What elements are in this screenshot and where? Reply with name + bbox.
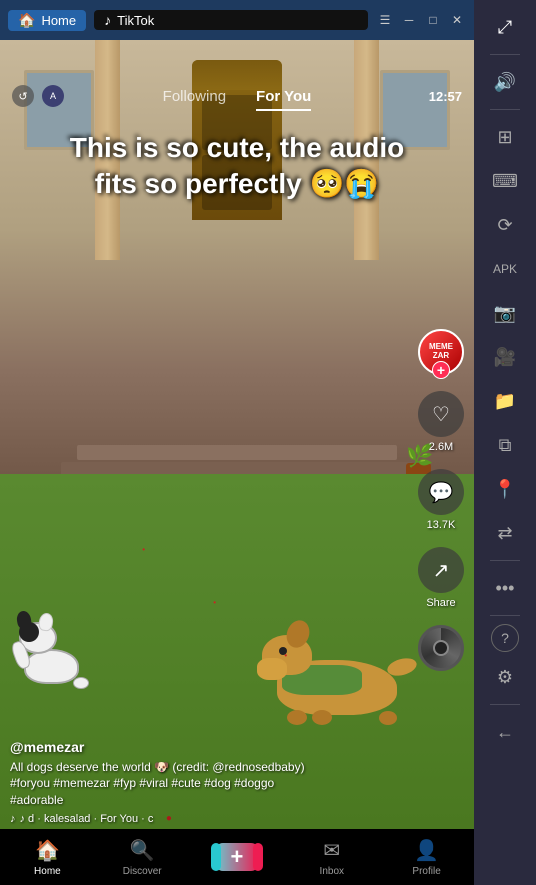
music-disc-button[interactable]: [418, 625, 464, 671]
for-you-tab[interactable]: For You: [256, 88, 311, 111]
main-content-area: 🏠 Home ♪ TikTok ☰ ─ □ ✕: [0, 0, 474, 885]
profile-nav-label: Profile: [412, 866, 440, 877]
large-dog: [257, 620, 417, 730]
discover-nav-icon: 🔍: [130, 838, 155, 863]
window-controls: ☰ ─ □ ✕: [376, 11, 466, 29]
profile-nav-icon: 👤: [414, 838, 439, 863]
right-sidebar: ⤢ 🔊 ⊞ ⌨ ⟳ APK 📷 🎥 📁 ⧉ 📍 ⇄ ••• ? ⚙ ←: [474, 0, 536, 885]
share-label: Share: [426, 597, 455, 609]
sidebar-divider-3: [490, 560, 520, 561]
music-disc-icon: [418, 625, 464, 671]
caption-line2: fits so perfectly 🥺😭: [20, 166, 454, 202]
video-description: All dogs deserve the world 🐶 (credit: @r…: [10, 759, 330, 809]
maximize-button[interactable]: □: [424, 11, 442, 29]
right-action-buttons: MEME ZAR + ♡ 2.6M 💬 13.7K: [418, 329, 464, 671]
tiktok-tab[interactable]: ♪ TikTok: [94, 10, 368, 30]
sidebar-location-icon[interactable]: 📍: [486, 470, 524, 508]
sidebar-volume-icon[interactable]: 🔊: [486, 63, 524, 101]
comment-count: 13.7K: [427, 519, 456, 531]
sidebar-grid-icon[interactable]: ⊞: [486, 118, 524, 156]
plus-icon: +: [231, 844, 244, 870]
add-video-button[interactable]: +: [215, 843, 259, 871]
home-nav-label: Home: [34, 866, 61, 877]
home-icon: 🏠: [18, 12, 35, 29]
nav-add[interactable]: +: [190, 843, 285, 871]
music-note-icon: ♪: [10, 813, 16, 825]
follow-plus-icon: +: [432, 361, 450, 379]
small-dog: [14, 604, 94, 694]
inbox-nav-label: Inbox: [320, 866, 344, 877]
sidebar-expand-icon[interactable]: ⤢: [486, 8, 524, 46]
sidebar-folder-icon[interactable]: 📁: [486, 382, 524, 420]
close-button[interactable]: ✕: [448, 11, 466, 29]
nav-profile[interactable]: 👤 Profile: [379, 838, 474, 877]
nav-inbox[interactable]: ✉ Inbox: [284, 838, 379, 877]
tiktok-label: TikTok: [117, 13, 154, 28]
home-tab[interactable]: 🏠 Home: [8, 10, 86, 31]
comment-bubble-icon: 💬: [429, 480, 454, 505]
like-icon-circle: ♡: [418, 391, 464, 437]
sidebar-settings-icon[interactable]: ⚙: [486, 658, 524, 696]
comment-button[interactable]: 💬 13.7K: [418, 469, 464, 531]
sidebar-divider-5: [490, 704, 520, 705]
sidebar-divider-2: [490, 109, 520, 110]
share-button[interactable]: ↗ Share: [418, 547, 464, 609]
inbox-nav-icon: ✉: [323, 838, 340, 863]
sidebar-layers-icon[interactable]: ⧉: [486, 426, 524, 464]
music-disc-center: [433, 640, 449, 656]
sidebar-record-icon[interactable]: 🎥: [486, 338, 524, 376]
sidebar-more-icon[interactable]: •••: [486, 569, 524, 607]
comment-icon-circle: 💬: [418, 469, 464, 515]
tiktok-logo-icon: ♪: [104, 12, 111, 28]
video-info-panel: @memezar All dogs deserve the world 🐶 (c…: [10, 739, 330, 825]
music-info: ♪ ♪ d · kalesalad · For You · c: [10, 813, 330, 825]
avatar-text: MEME ZAR: [420, 343, 462, 361]
nav-home[interactable]: 🏠 Home: [0, 838, 95, 877]
sidebar-divider-1: [490, 54, 520, 55]
bottom-navigation: 🏠 Home 🔍 Discover + ✉ Inbox 👤 Profile: [0, 829, 474, 885]
sidebar-back-icon[interactable]: ←: [486, 713, 524, 751]
title-bar: 🏠 Home ♪ TikTok ☰ ─ □ ✕: [0, 0, 474, 40]
nav-discover[interactable]: 🔍 Discover: [95, 838, 190, 877]
sidebar-apk-icon[interactable]: APK: [486, 250, 524, 288]
sidebar-divider-4: [490, 615, 520, 616]
video-player[interactable]: 🌿: [0, 40, 474, 829]
navigation-tabs: Following For You: [0, 88, 474, 111]
share-arrow-icon: ↗: [433, 558, 450, 583]
home-label: Home: [41, 13, 76, 28]
home-nav-icon: 🏠: [35, 838, 60, 863]
sidebar-screenshot-icon[interactable]: 📷: [486, 294, 524, 332]
following-tab[interactable]: Following: [163, 88, 226, 111]
minimize-button[interactable]: ─: [400, 11, 418, 29]
creator-avatar-button[interactable]: MEME ZAR +: [418, 329, 464, 375]
video-caption: This is so cute, the audio fits so perfe…: [0, 130, 474, 203]
music-text: ♪ d · kalesalad · For You · c: [20, 813, 154, 825]
share-icon-circle: ↗: [418, 547, 464, 593]
sidebar-flip-icon[interactable]: ⇄: [486, 514, 524, 552]
sidebar-keyboard-icon[interactable]: ⌨: [486, 162, 524, 200]
menu-button[interactable]: ☰: [376, 11, 394, 29]
sidebar-rotate-icon[interactable]: ⟳: [486, 206, 524, 244]
discover-nav-label: Discover: [123, 866, 162, 877]
heart-icon: ♡: [432, 402, 450, 427]
creator-username[interactable]: @memezar: [10, 739, 330, 755]
caption-line1: This is so cute, the audio: [20, 130, 454, 166]
like-button[interactable]: ♡ 2.6M: [418, 391, 464, 453]
sidebar-help-icon[interactable]: ?: [491, 624, 519, 652]
like-count: 2.6M: [429, 441, 453, 453]
